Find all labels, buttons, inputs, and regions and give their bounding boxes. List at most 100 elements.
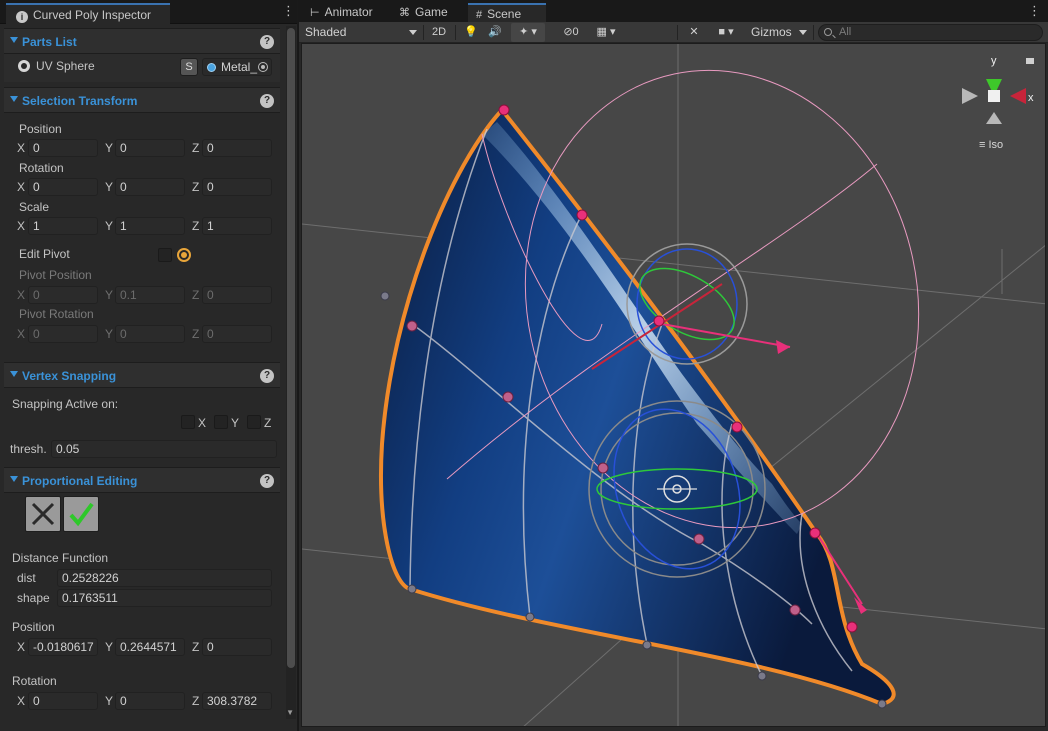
axis-x-label: X bbox=[17, 327, 26, 341]
snap-z-label: Z bbox=[264, 416, 272, 430]
grid-dropdown-icon[interactable]: ▦ ▾ bbox=[589, 23, 623, 42]
prop-rotation-y-field[interactable]: 0 bbox=[115, 692, 185, 710]
tab-game[interactable]: ⌘ Game bbox=[391, 3, 456, 22]
scale-label: Scale bbox=[19, 200, 50, 214]
axis-x-label: x bbox=[1028, 92, 1034, 104]
section-title: Vertex Snapping bbox=[22, 369, 117, 383]
prop-position-x-field[interactable]: -0.0180617 bbox=[28, 638, 98, 656]
gizmos-label: Gizmos bbox=[751, 25, 792, 39]
rotation-y-field[interactable]: 0 bbox=[115, 178, 185, 196]
section-proportional-editing[interactable]: Proportional Editing ? bbox=[4, 467, 280, 493]
effects-dropdown-icon[interactable]: ✦ ▾ bbox=[511, 23, 545, 42]
pivot-rotation-y-field[interactable]: 0 bbox=[115, 325, 185, 343]
axis-neg-y-cone[interactable] bbox=[986, 112, 1002, 124]
axis-z-label: Z bbox=[192, 640, 200, 654]
projection-label[interactable]: ≡ Iso bbox=[979, 139, 1003, 151]
foldout-icon[interactable] bbox=[10, 476, 18, 482]
pivot-target-icon[interactable] bbox=[177, 248, 191, 262]
camera-dropdown-icon[interactable]: ■ ▾ bbox=[709, 23, 743, 42]
section-title: Selection Transform bbox=[22, 94, 138, 108]
foldout-icon[interactable] bbox=[10, 371, 18, 377]
tab-label: Animator bbox=[324, 5, 373, 19]
prop-rotation-z-field[interactable]: 308.3782 bbox=[202, 692, 272, 710]
section-vertex-snapping[interactable]: Vertex Snapping ? bbox=[4, 362, 280, 388]
foldout-icon[interactable] bbox=[10, 96, 18, 102]
section-selection-transform[interactable]: Selection Transform ? bbox=[4, 87, 280, 113]
position-y-field[interactable]: 0 bbox=[115, 139, 185, 157]
snapping-active-label: Snapping Active on: bbox=[12, 397, 119, 411]
disable-proportional-button[interactable] bbox=[25, 496, 61, 532]
axis-y-label: Y bbox=[105, 180, 114, 194]
axis-neg-x-cone[interactable] bbox=[962, 88, 978, 104]
audio-icon[interactable]: 🔊 bbox=[485, 23, 505, 42]
tab-scene[interactable]: # Scene bbox=[468, 3, 546, 22]
scale-x-field[interactable]: 1 bbox=[28, 217, 98, 235]
tools-icon[interactable]: ✕ bbox=[683, 23, 705, 42]
pivot-position-y-field[interactable]: 0.1 bbox=[115, 286, 185, 304]
scale-z-field[interactable]: 1 bbox=[202, 217, 272, 235]
tab-animator[interactable]: ⊢ Animator bbox=[302, 3, 381, 22]
help-icon[interactable]: ? bbox=[260, 35, 274, 49]
object-picker-icon[interactable] bbox=[258, 62, 268, 72]
hidden-objects-toggle[interactable]: ⊘0 bbox=[557, 23, 585, 42]
tab-label: Game bbox=[415, 5, 448, 19]
snap-z-checkbox[interactable] bbox=[247, 415, 261, 429]
scroll-down-icon[interactable]: ▼ bbox=[286, 708, 294, 717]
position-z-field[interactable]: 0 bbox=[202, 139, 272, 157]
pivot-rotation-z-field[interactable]: 0 bbox=[202, 325, 272, 343]
pivot-position-x-field[interactable]: 0 bbox=[28, 286, 98, 304]
inspector-scrollbar[interactable]: ▼ bbox=[286, 26, 296, 719]
part-s-button[interactable]: S bbox=[180, 58, 198, 76]
scene-search-input[interactable]: All bbox=[818, 24, 1043, 41]
snap-y-checkbox[interactable] bbox=[214, 415, 228, 429]
scrollbar-thumb[interactable] bbox=[287, 28, 295, 668]
prop-rotation-label: Rotation bbox=[12, 674, 57, 688]
axis-y-label: Y bbox=[105, 288, 114, 302]
scene-toolbar: Shaded 2D 💡 🔊 ✦ ▾ ⊘0 ▦ ▾ ✕ ■ ▾ Gizmos Al… bbox=[299, 22, 1048, 43]
thresh-field[interactable]: 0.05 bbox=[51, 440, 277, 458]
prop-position-y-field[interactable]: 0.2644571 bbox=[115, 638, 185, 656]
lighting-icon[interactable]: 💡 bbox=[461, 23, 481, 42]
prop-position-z-field[interactable]: 0 bbox=[202, 638, 272, 656]
scene-panel: ⊢ Animator ⌘ Game # Scene ⋮ Shaded 2D 💡 🔊 ✦… bbox=[299, 0, 1048, 731]
axis-x-label: X bbox=[17, 141, 26, 155]
inspector-menu-icon[interactable]: ⋮ bbox=[282, 4, 295, 18]
edit-pivot-label: Edit Pivot bbox=[19, 247, 70, 261]
foldout-icon[interactable] bbox=[10, 37, 18, 43]
draw-mode-dropdown[interactable]: Shaded bbox=[299, 23, 421, 42]
animator-icon: ⊢ bbox=[310, 7, 320, 19]
scene-menu-icon[interactable]: ⋮ bbox=[1028, 4, 1041, 18]
pivot-rotation-x-field[interactable]: 0 bbox=[28, 325, 98, 343]
gizmos-dropdown[interactable]: Gizmos bbox=[745, 23, 811, 42]
rotation-x-field[interactable]: 0 bbox=[28, 178, 98, 196]
scale-y-field[interactable]: 1 bbox=[115, 217, 185, 235]
inspector-tab-bar: i Curved Poly Inspector ⋮ bbox=[0, 0, 297, 24]
enable-proportional-button[interactable] bbox=[63, 496, 99, 532]
material-field[interactable]: Metal_ bbox=[202, 58, 272, 76]
dist-field[interactable]: 0.2528226 bbox=[57, 569, 272, 587]
center-cube[interactable] bbox=[988, 90, 1000, 102]
position-x-field[interactable]: 0 bbox=[28, 139, 98, 157]
edit-pivot-checkbox[interactable] bbox=[158, 248, 172, 262]
rotation-label: Rotation bbox=[19, 161, 64, 175]
section-parts-list[interactable]: Parts List ? bbox=[4, 28, 280, 54]
scene-canvas[interactable]: y x ≡ Iso bbox=[302, 44, 1046, 727]
rotation-z-field[interactable]: 0 bbox=[202, 178, 272, 196]
snap-x-checkbox[interactable] bbox=[181, 415, 195, 429]
pivot-position-z-field[interactable]: 0 bbox=[202, 286, 272, 304]
shape-field[interactable]: 0.1763511 bbox=[57, 589, 272, 607]
axis-x-label: X bbox=[17, 640, 26, 654]
lock-icon[interactable] bbox=[1026, 58, 1034, 64]
2d-toggle-button[interactable]: 2D bbox=[427, 23, 451, 42]
scene-viewport[interactable]: y x ≡ Iso bbox=[301, 43, 1046, 727]
orientation-gizmo[interactable]: y x ≡ Iso bbox=[962, 55, 1034, 151]
pivot-rotation-label: Pivot Rotation bbox=[19, 307, 94, 321]
help-icon[interactable]: ? bbox=[260, 369, 274, 383]
thresh-label: thresh. bbox=[10, 442, 47, 456]
prop-rotation-x-field[interactable]: 0 bbox=[28, 692, 98, 710]
help-icon[interactable]: ? bbox=[260, 94, 274, 108]
axis-x-cone[interactable] bbox=[1010, 88, 1026, 104]
help-icon[interactable]: ? bbox=[260, 474, 274, 488]
tab-curved-poly-inspector[interactable]: i Curved Poly Inspector bbox=[6, 3, 170, 24]
part-select-radio[interactable] bbox=[18, 60, 30, 72]
